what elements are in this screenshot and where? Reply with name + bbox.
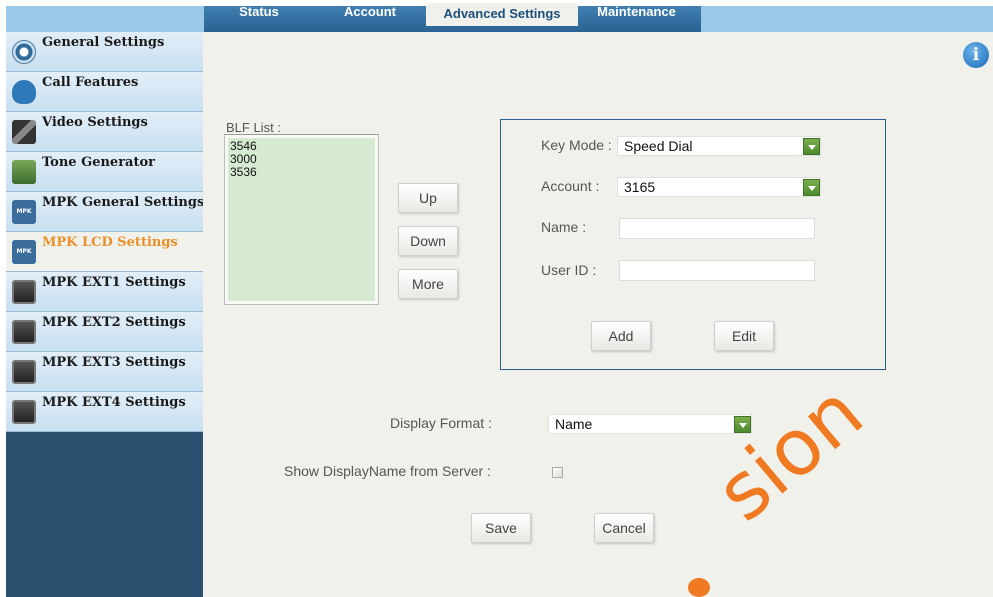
sidebar-item-tone-generator[interactable]: Tone Generator — [6, 152, 203, 192]
sidebar-item-mpk-lcd-settings[interactable]: MPK MPK LCD Settings — [6, 232, 203, 272]
key-mode-label: Key Mode : — [541, 137, 612, 153]
gear-icon — [12, 40, 36, 64]
sidebar-item-general-settings[interactable]: General Settings — [6, 32, 203, 72]
display-format-select[interactable]: Name — [548, 414, 752, 434]
cancel-button[interactable]: Cancel — [594, 513, 654, 543]
list-item[interactable]: 3536 — [230, 166, 373, 179]
extension-module-icon — [12, 400, 36, 424]
chevron-down-icon — [734, 416, 751, 433]
sidebar-item-label: Tone Generator — [42, 155, 155, 170]
sidebar-item-label: MPK LCD Settings — [42, 235, 178, 250]
name-field[interactable] — [619, 218, 815, 239]
sidebar-item-mpk-ext3-settings[interactable]: MPK EXT3 Settings — [6, 352, 203, 392]
sidebar-item-label: MPK General Settings — [42, 195, 205, 210]
music-icon — [12, 160, 36, 184]
sidebar-item-label: MPK EXT2 Settings — [42, 315, 186, 330]
blf-list[interactable]: 3546 3000 3536 — [228, 138, 375, 301]
key-mode-select[interactable]: Speed Dial — [617, 136, 821, 156]
key-config-panel — [500, 119, 886, 370]
sidebar-item-label: Call Features — [42, 75, 139, 90]
name-label: Name : — [541, 219, 587, 235]
sidebar-item-mpk-ext2-settings[interactable]: MPK EXT2 Settings — [6, 312, 203, 352]
account-select[interactable]: 3165 — [617, 177, 821, 197]
sidebar-item-label: Video Settings — [42, 115, 148, 130]
sidebar-item-label: MPK EXT4 Settings — [42, 395, 186, 410]
sidebar-item-label: MPK EXT1 Settings — [42, 275, 186, 290]
blf-list-frame: 3546 3000 3536 — [224, 134, 379, 305]
chevron-down-icon — [803, 179, 820, 196]
sidebar-item-label: General Settings — [42, 35, 165, 50]
add-button[interactable]: Add — [591, 321, 651, 351]
account-value: 3165 — [624, 179, 656, 195]
tab-account[interactable]: Account — [314, 0, 426, 26]
tab-status[interactable]: Status — [204, 0, 314, 26]
sidebar-item-mpk-general-settings[interactable]: MPK MPK General Settings — [6, 192, 205, 232]
display-format-value: Name — [555, 416, 593, 432]
extension-module-icon — [12, 360, 36, 384]
tab-advanced-settings[interactable]: Advanced Settings — [426, 3, 578, 26]
account-label: Account : — [541, 178, 600, 194]
show-display-name-label: Show DisplayName from Server : — [284, 463, 491, 479]
user-id-label: User ID : — [541, 262, 597, 278]
more-button[interactable]: More — [398, 269, 458, 299]
show-display-name-checkbox[interactable] — [552, 467, 563, 478]
key-mode-value: Speed Dial — [624, 138, 693, 154]
display-format-label: Display Format : — [390, 415, 492, 431]
edit-button[interactable]: Edit — [714, 321, 774, 351]
info-icon[interactable]: i — [963, 42, 989, 68]
sidebar: General Settings Call Features Video Set… — [6, 32, 205, 597]
tab-maintenance[interactable]: Maintenance — [578, 0, 695, 26]
mpk-icon: MPK — [12, 240, 36, 264]
sidebar-item-video-settings[interactable]: Video Settings — [6, 112, 203, 152]
mpk-icon: MPK — [12, 200, 36, 224]
phone-icon — [12, 80, 36, 104]
sidebar-item-mpk-ext4-settings[interactable]: MPK EXT4 Settings — [6, 392, 203, 432]
extension-module-icon — [12, 320, 36, 344]
watermark-mark — [688, 578, 710, 597]
down-button[interactable]: Down — [398, 226, 458, 256]
save-button[interactable]: Save — [471, 513, 531, 543]
blf-list-label: BLF List : — [226, 120, 281, 135]
sidebar-item-mpk-ext1-settings[interactable]: MPK EXT1 Settings — [6, 272, 203, 312]
sidebar-item-call-features[interactable]: Call Features — [6, 72, 203, 112]
chevron-down-icon — [803, 138, 820, 155]
video-icon — [12, 120, 36, 144]
extension-module-icon — [12, 280, 36, 304]
up-button[interactable]: Up — [398, 183, 458, 213]
user-id-field[interactable] — [619, 260, 815, 281]
sidebar-item-label: MPK EXT3 Settings — [42, 355, 186, 370]
